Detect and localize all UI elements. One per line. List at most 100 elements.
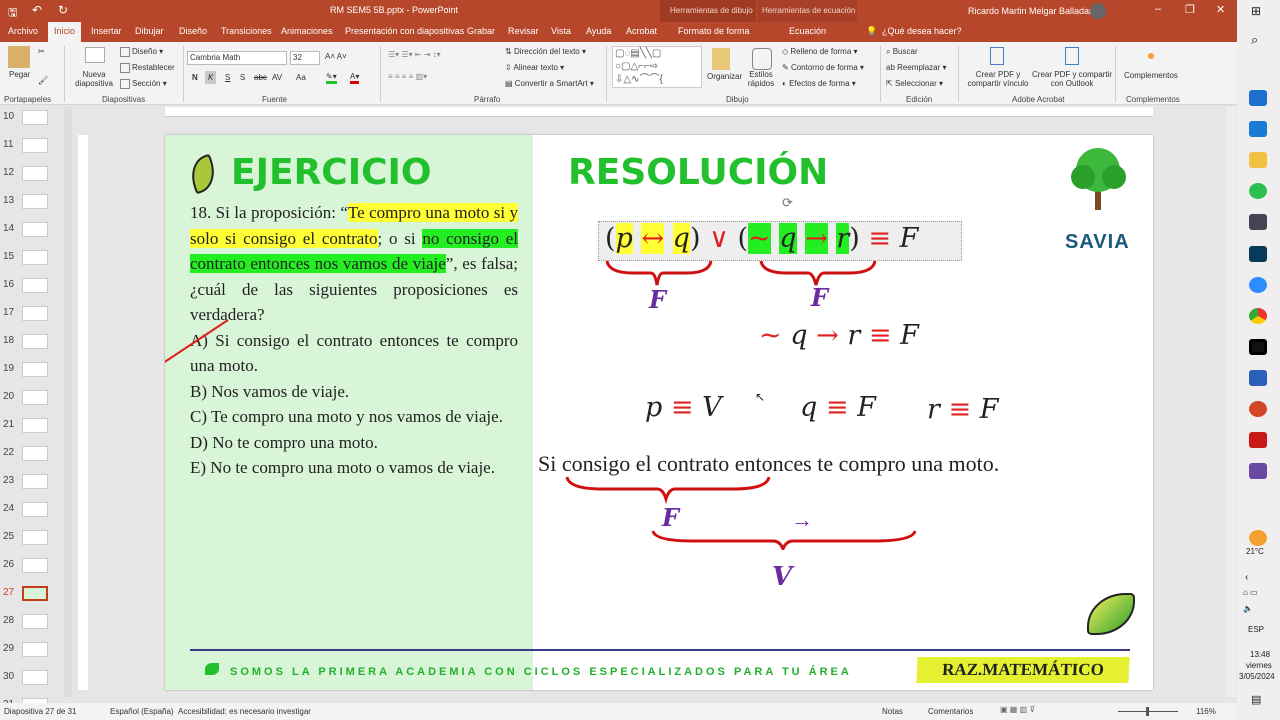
whatsapp-icon[interactable] — [1249, 183, 1267, 199]
slide-thumbnail[interactable] — [22, 250, 48, 265]
font-family-select[interactable]: Cambria Math — [187, 51, 287, 65]
zoom-app-icon[interactable] — [1249, 277, 1267, 293]
slide-thumbnail[interactable] — [22, 334, 48, 349]
smartart-button[interactable]: ▤ Convertir a SmartArt ▾ — [505, 79, 594, 88]
slide-thumbnail[interactable] — [22, 166, 48, 181]
shape-outline-button[interactable]: ✎ Contorno de forma ▾ — [782, 63, 864, 72]
tab-transiciones[interactable]: Transiciones — [221, 26, 272, 36]
tab-vista[interactable]: Vista — [551, 26, 571, 36]
notes-button[interactable]: Notas — [882, 707, 903, 716]
slide-thumbnail[interactable] — [22, 362, 48, 377]
change-case-button[interactable]: Aa — [296, 73, 306, 82]
input-language[interactable]: ESP — [1248, 625, 1264, 634]
tab-archivo[interactable]: Archivo — [8, 26, 38, 36]
slide-thumbnail[interactable] — [22, 278, 48, 293]
create-pdf-outlook-button[interactable]: Crear PDF y compartir con Outlook — [1032, 70, 1112, 88]
cut-icon[interactable]: ✂ — [38, 47, 45, 56]
text-direction-button[interactable]: ⇅ Dirección del texto ▾ — [505, 47, 586, 56]
italic-button[interactable]: K — [205, 71, 217, 84]
close-button[interactable]: ✕ — [1216, 3, 1225, 16]
word-icon[interactable] — [1249, 370, 1267, 386]
minimize-button[interactable]: – — [1155, 3, 1161, 15]
calculator-icon[interactable] — [1249, 214, 1267, 230]
bullets-icon[interactable]: ☰▾ ☰▾ ⇤ ⇥ ↕▾ — [388, 50, 441, 59]
store-icon[interactable] — [1249, 90, 1267, 106]
tell-me-search[interactable]: ¿Qué desea hacer? — [882, 26, 962, 36]
grow-font-button[interactable]: A˄ A˅ — [325, 52, 347, 61]
section-button[interactable]: Sección ▾ — [120, 79, 167, 89]
slide-thumbnail[interactable] — [22, 418, 48, 433]
slide-thumbnail[interactable] — [22, 138, 48, 153]
netflix-icon[interactable] — [1249, 339, 1267, 355]
redo-icon[interactable]: ↻ — [58, 3, 68, 17]
volume-icon[interactable]: 🔈 — [1243, 604, 1253, 613]
tab-grabar[interactable]: Grabar — [467, 26, 495, 36]
slide-canvas[interactable]: EJERCICIO 18. Si la proposición: “Te com… — [165, 135, 1153, 690]
slide-thumbnail[interactable] — [22, 670, 48, 685]
chevron-left-icon[interactable]: ‹ — [1245, 572, 1248, 583]
tab-acrobat[interactable]: Acrobat — [626, 26, 657, 36]
tab-ayuda[interactable]: Ayuda — [586, 26, 611, 36]
slide-thumbnail[interactable] — [22, 586, 48, 601]
font-color-icon[interactable]: A▾ — [350, 72, 360, 84]
new-slide-button[interactable]: Nueva diapositiva — [72, 70, 116, 88]
vertical-ruler[interactable] — [78, 135, 88, 690]
tab-presentacion[interactable]: Presentación con diapositivas — [345, 26, 464, 36]
slide-thumbnail[interactable] — [22, 306, 48, 321]
slide-thumbnail[interactable] — [22, 390, 48, 405]
underline-button[interactable]: S — [225, 73, 230, 82]
zoom-level[interactable]: 116% — [1196, 707, 1216, 716]
weather-icon[interactable] — [1249, 530, 1267, 546]
tab-inicio[interactable]: Inicio — [48, 22, 82, 42]
slide-thumbnail[interactable] — [22, 222, 48, 237]
highlight-color-icon[interactable]: ✎▾ — [326, 72, 337, 84]
select-button[interactable]: ⇱ Seleccionar ▾ — [886, 79, 943, 88]
slide-thumbnail[interactable] — [22, 530, 48, 545]
slide-thumbnail[interactable] — [22, 614, 48, 629]
format-painter-icon[interactable]: 🖌 — [38, 76, 48, 85]
view-buttons[interactable]: ▣ ▦ ▥ ⊽ — [1000, 705, 1035, 714]
tab-revisar[interactable]: Revisar — [508, 26, 539, 36]
rotate-handle-icon[interactable]: ⟳ — [782, 195, 793, 211]
temperature[interactable]: 21°C — [1246, 547, 1264, 556]
strikethrough-button[interactable]: abc — [254, 73, 267, 82]
clock-time[interactable]: 13:48 — [1250, 650, 1270, 659]
shapes-gallery[interactable]: ▢◌▤╲╲▢ ○▢△⌐⌐⇨ ⇩△∿⌒⌒{ — [612, 46, 702, 88]
shape-fill-button[interactable]: ◇ Relleno de forma ▾ — [782, 47, 858, 56]
spacing-button[interactable]: AV — [272, 73, 282, 82]
create-pdf-link-button[interactable]: Crear PDF y compartir vínculo — [962, 70, 1034, 88]
slide-thumbnail[interactable] — [22, 502, 48, 517]
layout-button[interactable]: Diseño ▾ — [120, 47, 163, 57]
tab-insertar[interactable]: Insertar — [91, 26, 122, 36]
clock-day[interactable]: viernes — [1246, 661, 1272, 670]
save-icon[interactable]: 🖫 — [8, 4, 17, 23]
slide-thumbnail[interactable] — [22, 110, 48, 125]
tab-formato-forma[interactable]: Formato de forma — [678, 26, 750, 36]
clock-date[interactable]: 3/05/2024 — [1239, 672, 1275, 681]
slide-thumbnail[interactable] — [22, 446, 48, 461]
search-icon[interactable]: ⌕ — [1251, 32, 1258, 48]
acrobat-icon[interactable] — [1249, 432, 1267, 448]
powerpoint-icon[interactable] — [1249, 401, 1267, 417]
addins-button[interactable]: Complementos — [1124, 71, 1178, 80]
file-explorer-icon[interactable] — [1249, 152, 1267, 168]
bold-button[interactable]: N — [192, 73, 198, 82]
find-button[interactable]: ⌕ Buscar — [886, 47, 918, 57]
language-status[interactable]: Español (España) — [110, 707, 174, 716]
tab-animaciones[interactable]: Animaciones — [281, 26, 333, 36]
user-name[interactable]: Ricardo Martin Melgar Balladares — [968, 6, 1102, 16]
reset-button[interactable]: Restablecer — [120, 63, 175, 73]
tab-ecuacion[interactable]: Ecuación — [789, 26, 826, 36]
slide-thumbnail[interactable] — [22, 642, 48, 657]
tab-diseno[interactable]: Diseño — [179, 26, 207, 36]
avatar[interactable] — [1090, 3, 1106, 19]
shadow-button[interactable]: S — [240, 73, 245, 82]
slide-scrollbar[interactable] — [1226, 107, 1236, 697]
accessibility-status[interactable]: Accesibilidad: es necesario investigar — [178, 707, 311, 716]
chrome-icon[interactable] — [1249, 308, 1267, 324]
shape-effects-button[interactable]: ◐ Efectos de forma ▾ — [782, 79, 856, 88]
windows-start-icon[interactable]: ⊞ — [1251, 4, 1261, 18]
replace-button[interactable]: ab Reemplazar ▾ — [886, 63, 947, 72]
undo-icon[interactable]: ↶ — [32, 3, 42, 17]
comments-button[interactable]: Comentarios — [928, 707, 973, 716]
